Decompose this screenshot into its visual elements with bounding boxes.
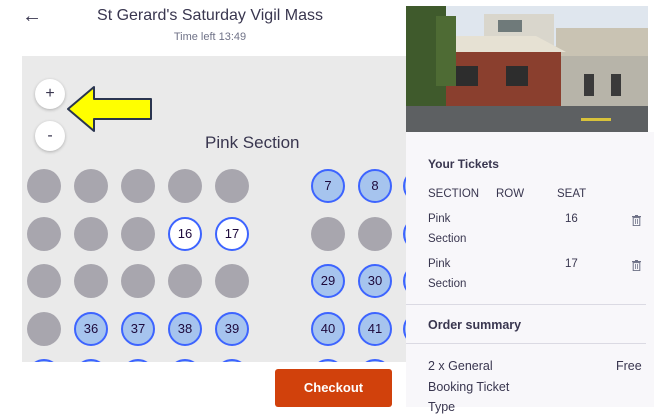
yellow-arrow-icon (67, 86, 152, 132)
seat-17-selected[interactable]: 17 (215, 217, 249, 251)
seat-partial[interactable] (27, 359, 61, 362)
seat-39[interactable]: 39 (215, 312, 249, 346)
ticket-1-section-line2: Section (428, 233, 467, 245)
seat-partial[interactable] (311, 359, 345, 362)
seat-37[interactable]: 37 (121, 312, 155, 346)
seat-unavailable (27, 312, 61, 346)
seat-unavailable (168, 264, 202, 298)
seat-unavailable (215, 264, 249, 298)
your-tickets-heading: Your Tickets (428, 157, 499, 171)
seat-unavailable (168, 169, 202, 203)
seat-partial[interactable] (358, 359, 392, 362)
seat-unavailable (311, 217, 345, 251)
seat-unavailable (121, 169, 155, 203)
seat-partial[interactable] (168, 359, 202, 362)
column-section: SECTION (428, 188, 480, 200)
seat-partial[interactable] (74, 359, 108, 362)
seat-29[interactable]: 29 (311, 264, 345, 298)
seat-38[interactable]: 38 (168, 312, 202, 346)
section-title: Pink Section (205, 133, 300, 152)
seat-unavailable (27, 169, 61, 203)
checkout-button[interactable]: Checkout (275, 369, 392, 407)
column-seat: SEAT (557, 188, 587, 200)
order-line-1: 2 x General (428, 359, 493, 373)
seat-partial[interactable] (215, 359, 249, 362)
seat-16-selected[interactable]: 16 (168, 217, 202, 251)
seat-unavailable (74, 264, 108, 298)
trash-icon[interactable] (632, 260, 641, 271)
seat-unavailable (121, 217, 155, 251)
seat-36[interactable]: 36 (74, 312, 108, 346)
seat-30[interactable]: 30 (358, 264, 392, 298)
seat-7[interactable]: 7 (311, 169, 345, 203)
ticket-1-section: Pink (428, 213, 451, 225)
event-title: St Gerard's Saturday Vigil Mass (97, 7, 323, 24)
zoom-out-button[interactable]: - (35, 121, 65, 151)
seat-unavailable (27, 264, 61, 298)
seat-unavailable (121, 264, 155, 298)
seat-unavailable (27, 217, 61, 251)
seat-partial[interactable] (121, 359, 155, 362)
seat-8[interactable]: 8 (358, 169, 392, 203)
ticket-2-seat: 17 (565, 258, 578, 270)
ticket-2-section-line2: Section (428, 278, 467, 290)
ticket-2-section: Pink (428, 258, 451, 270)
order-summary-heading: Order summary (428, 318, 522, 332)
seat-unavailable (74, 217, 108, 251)
ticket-1-seat: 16 (565, 213, 578, 225)
order-line-2: Booking Ticket (428, 380, 510, 394)
seat-unavailable (74, 169, 108, 203)
time-left: Time left 13:49 (173, 31, 247, 43)
divider (406, 343, 646, 344)
zoom-in-button[interactable]: + (35, 79, 65, 109)
seat-unavailable (215, 169, 249, 203)
order-price: Free (616, 359, 642, 373)
order-line-3: Type (428, 400, 456, 414)
seat-40[interactable]: 40 (311, 312, 345, 346)
venue-photo (406, 6, 648, 132)
column-row: ROW (496, 188, 525, 200)
header: ← St Gerard's Saturday Vigil Mass Time l… (0, 0, 408, 56)
seat-41[interactable]: 41 (358, 312, 392, 346)
trash-icon[interactable] (632, 215, 641, 226)
seat-unavailable (358, 217, 392, 251)
divider (406, 304, 646, 305)
